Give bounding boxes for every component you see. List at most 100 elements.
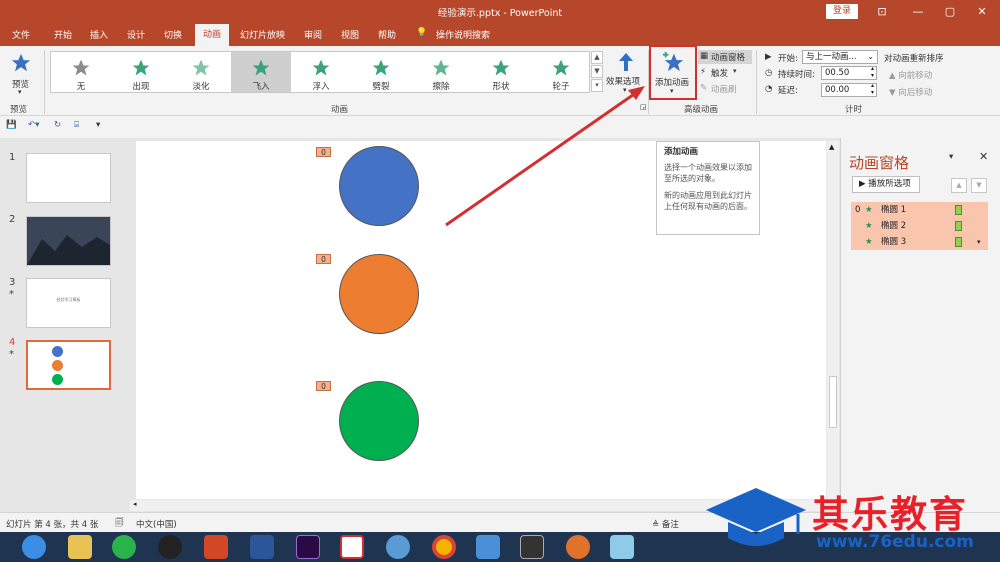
- start-dropdown[interactable]: 与上一动画... ⌄: [802, 50, 878, 64]
- star-split-icon: [372, 59, 390, 76]
- scroll-up-icon[interactable]: ▲: [829, 143, 834, 151]
- undo-icon[interactable]: ↶▾: [28, 120, 39, 130]
- ribbon-tabs: 文件 开始 插入 设计 切换 幻灯片放映 审阅 视图 帮助 💡 操作说明搜索 👤…: [0, 24, 1000, 66]
- tab-slideshow[interactable]: 幻灯片放映: [240, 28, 285, 41]
- graduation-cap-logo: [706, 488, 806, 546]
- slide-thumb-4[interactable]: [26, 340, 111, 390]
- tab-animations[interactable]: 动画: [195, 24, 229, 46]
- app-icon[interactable]: [340, 535, 364, 559]
- animation-pane-button[interactable]: ▦ 动画窗格: [698, 50, 752, 64]
- watermark: 其乐教育 www.76edu.com: [700, 478, 1000, 562]
- slide-thumb-3[interactable]: 经验学习模板: [26, 278, 111, 328]
- triangle-down-icon: ▼: [889, 88, 896, 98]
- gallery-item-none[interactable]: 无: [51, 52, 111, 92]
- gallery-scroll-up[interactable]: ▲: [591, 51, 603, 64]
- gallery-item-float-in[interactable]: 浮入: [291, 52, 351, 92]
- slide-thumb-2[interactable]: [26, 216, 111, 266]
- ellipse-3[interactable]: [339, 381, 419, 461]
- premiere-icon[interactable]: [296, 535, 320, 559]
- star-shape-icon: [492, 59, 510, 76]
- scroll-left-icon[interactable]: ◂: [133, 500, 137, 508]
- preview-group-label: 预览: [10, 105, 28, 115]
- editor-icon[interactable]: [610, 535, 634, 559]
- ribbon-display-icon[interactable]: ⊡: [870, 3, 894, 21]
- video-icon[interactable]: [520, 535, 544, 559]
- spellcheck-icon[interactable]: 🗐: [115, 517, 124, 531]
- media-icon[interactable]: [566, 535, 590, 559]
- timing-group-label: 计时: [845, 105, 863, 115]
- scroll-thumb[interactable]: [829, 376, 837, 428]
- save-icon[interactable]: 💾: [6, 120, 17, 130]
- tab-view[interactable]: 视图: [341, 28, 359, 41]
- spin-arrows-icon[interactable]: ▴ ▾: [871, 82, 874, 96]
- duration-spinner[interactable]: 00.50 ▴ ▾: [821, 65, 877, 80]
- slide-number: 4: [9, 337, 16, 348]
- tab-home[interactable]: 开始: [54, 28, 72, 41]
- play-selected-button[interactable]: ▶ 播放所选项: [852, 176, 920, 193]
- ellipse-2[interactable]: [339, 254, 419, 334]
- chrome-icon[interactable]: [432, 535, 456, 559]
- chat-icon[interactable]: [386, 535, 410, 559]
- tab-review[interactable]: 审阅: [304, 28, 322, 41]
- animation-item[interactable]: ★ 椭圆 2: [851, 218, 988, 234]
- tab-design[interactable]: 设计: [127, 28, 145, 41]
- tell-me-search[interactable]: 操作说明搜索: [436, 28, 490, 41]
- powerpoint-icon[interactable]: [204, 535, 228, 559]
- spin-arrows-icon[interactable]: ▴ ▾: [871, 65, 874, 79]
- notes-button[interactable]: ≜ 备注: [652, 518, 679, 530]
- restore-button[interactable]: ▢: [938, 3, 962, 21]
- tab-help[interactable]: 帮助: [378, 28, 396, 41]
- animation-item[interactable]: 0 ★ 椭圆 1: [851, 202, 988, 218]
- vertical-scrollbar[interactable]: ▲: [827, 141, 839, 499]
- gallery-item-split[interactable]: 劈裂: [351, 52, 411, 92]
- pane-menu-icon[interactable]: ▾: [949, 152, 953, 162]
- gallery-item-fly-in[interactable]: 飞入: [231, 52, 291, 92]
- ellipse-1[interactable]: [339, 146, 419, 226]
- start-label: 开始:: [778, 54, 798, 64]
- animation-item[interactable]: ★ 椭圆 3 ▾: [851, 234, 988, 250]
- animation-order-tag[interactable]: 0: [316, 254, 331, 264]
- close-icon[interactable]: ✕: [979, 150, 988, 163]
- gallery-item-appear[interactable]: 出现: [111, 52, 171, 92]
- tab-insert[interactable]: 插入: [90, 28, 108, 41]
- lightbulb-icon: 💡: [416, 28, 428, 38]
- close-button[interactable]: ✕: [970, 3, 994, 21]
- move-up-icon[interactable]: ▲: [951, 178, 967, 193]
- redo-icon[interactable]: ↻: [54, 120, 61, 130]
- presentation-icon[interactable]: ⌸: [74, 120, 79, 130]
- star-wipe-icon: [432, 59, 450, 76]
- minimize-button[interactable]: —: [906, 3, 930, 21]
- animation-star: *: [9, 289, 14, 300]
- tab-transitions[interactable]: 切换: [164, 28, 182, 41]
- browser-icon[interactable]: [22, 535, 46, 559]
- file-explorer-icon[interactable]: [68, 535, 92, 559]
- bird-icon[interactable]: [476, 535, 500, 559]
- move-later-button[interactable]: ▼ 向后移动: [889, 86, 932, 98]
- gallery-scroll-down[interactable]: ▼: [591, 65, 603, 78]
- gallery-item-fade[interactable]: 淡化: [171, 52, 231, 92]
- clock-icon: ◷: [765, 68, 773, 78]
- delay-spinner[interactable]: 00.00 ▴ ▾: [821, 82, 877, 97]
- login-button[interactable]: 登录: [826, 4, 858, 19]
- word-icon[interactable]: [250, 535, 274, 559]
- customize-qat-icon[interactable]: ▾: [96, 120, 100, 130]
- tooltip-line: 新的动画应用到此幻灯片上任何现有动画的后面。: [664, 191, 752, 211]
- divider: [756, 50, 757, 114]
- trigger-button[interactable]: ⚡ 触发 ▾: [698, 66, 752, 80]
- fly-in-icon: ★: [865, 205, 873, 215]
- slide-thumb-1[interactable]: [26, 153, 111, 203]
- star-fade-icon: [192, 59, 210, 76]
- animation-order-tag[interactable]: 0: [316, 147, 331, 157]
- fly-in-icon: ★: [865, 237, 873, 247]
- language-status[interactable]: 中文(中国): [136, 518, 177, 530]
- animation-order-tag[interactable]: 0: [316, 381, 331, 391]
- animation-painter-button[interactable]: ✎ 动画刷: [698, 82, 752, 96]
- move-down-icon[interactable]: ▼: [971, 178, 987, 193]
- tab-file[interactable]: 文件: [12, 28, 30, 41]
- qq-icon[interactable]: [158, 535, 182, 559]
- chevron-down-icon[interactable]: ▾: [977, 234, 981, 250]
- wechat-icon[interactable]: [112, 535, 136, 559]
- slide-number: 3: [9, 277, 16, 288]
- preview-button[interactable]: 预览 ▾: [8, 50, 36, 98]
- move-earlier-button[interactable]: ▲ 向前移动: [889, 69, 932, 81]
